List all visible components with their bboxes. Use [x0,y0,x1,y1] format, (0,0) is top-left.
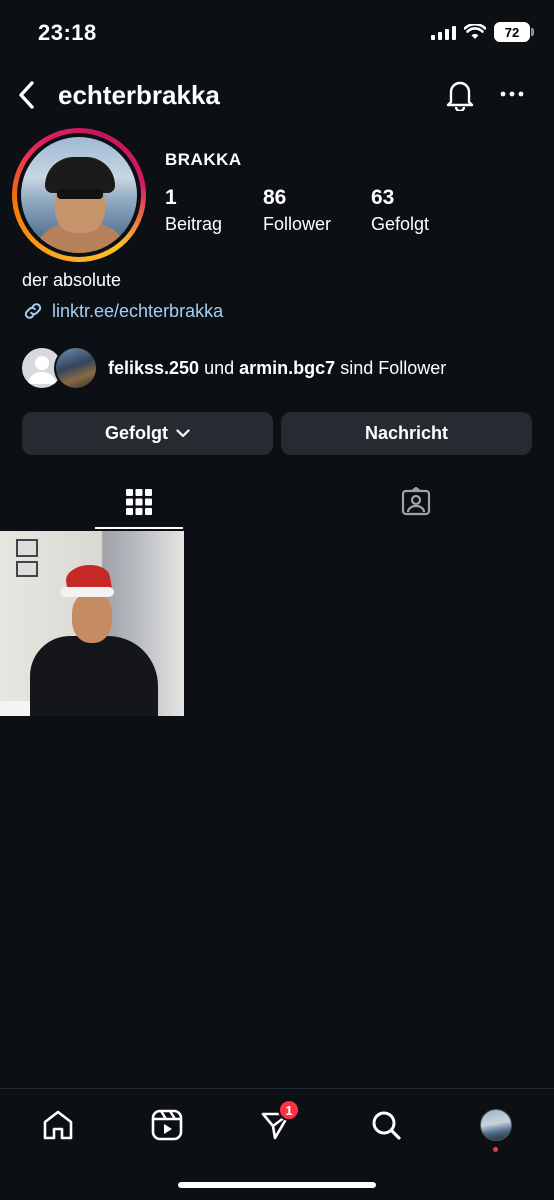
profile-avatar-small [480,1109,512,1141]
back-button[interactable] [12,78,42,112]
mutual-suffix: sind Follower [340,357,447,378]
nav-direct[interactable]: 1 [254,1099,300,1147]
more-horizontal-icon [500,91,524,97]
bio-text: der absolute [22,270,122,290]
mutual-follower-2[interactable]: armin.bgc7 [239,358,335,378]
home-icon [43,1110,73,1140]
stat-posts-label: Beitrag [165,214,223,234]
nav-home[interactable] [36,1103,80,1147]
chevron-left-icon [19,81,34,109]
mutual-followers[interactable]: felikss.250 und armin.bgc7 sind Follower [20,346,446,390]
stat-posts-value: 1 [165,186,177,209]
nav-reels[interactable] [145,1103,189,1147]
message-button-label: Nachricht [364,423,449,443]
post-thumbnail[interactable] [0,531,184,716]
profile-avatar-story-ring[interactable] [12,128,146,262]
search-icon [372,1111,401,1140]
stat-followers-label: Follower [263,214,332,234]
chevron-down-icon [176,429,190,438]
battery-indicator: 72 [494,22,534,42]
stat-followers-value: 86 [263,186,287,209]
stat-following-label: Gefolgt [371,214,430,234]
profile-avatar [21,137,137,253]
stat-followers[interactable]: 86 Follower [263,186,331,235]
following-button-label: Gefolgt [105,423,168,443]
notification-dot [493,1147,498,1152]
mutual-follower-1[interactable]: felikss.250 [108,358,199,378]
link-icon [24,303,42,319]
nav-profile[interactable] [474,1103,518,1152]
status-bar: 23:18 72 [0,0,554,64]
bio-link-text: linktr.ee/echterbrakka [52,300,224,321]
tagged-icon [401,487,431,516]
active-tab-indicator [95,527,183,529]
status-time: 23:18 [38,20,97,45]
stat-following-value: 63 [371,186,395,209]
stat-posts[interactable]: 1 Beitrag [165,186,222,235]
nav-search[interactable] [364,1103,408,1147]
cellular-signal-icon [431,24,456,40]
follower-avatar-2 [54,346,98,390]
following-button[interactable]: Gefolgt [22,412,273,455]
message-button[interactable]: Nachricht [281,412,532,455]
display-name: BRAKKA [165,150,242,169]
tab-tagged[interactable] [372,474,460,530]
profile-header: echterbrakka [0,70,554,120]
tab-posts-grid[interactable] [95,474,183,530]
more-options-button[interactable] [498,80,526,108]
home-indicator [178,1182,376,1188]
username-title: echterbrakka [58,80,220,110]
direct-badge: 1 [278,1099,300,1121]
wifi-icon [464,24,486,39]
mutual-connector: und [204,357,235,378]
stat-following[interactable]: 63 Gefolgt [371,186,429,235]
notifications-button[interactable] [444,76,476,112]
grid-icon [126,489,152,515]
bio-link[interactable]: linktr.ee/echterbrakka [22,300,223,322]
bell-icon [446,81,474,111]
status-icons: 72 [431,22,534,42]
reels-icon [151,1109,183,1141]
